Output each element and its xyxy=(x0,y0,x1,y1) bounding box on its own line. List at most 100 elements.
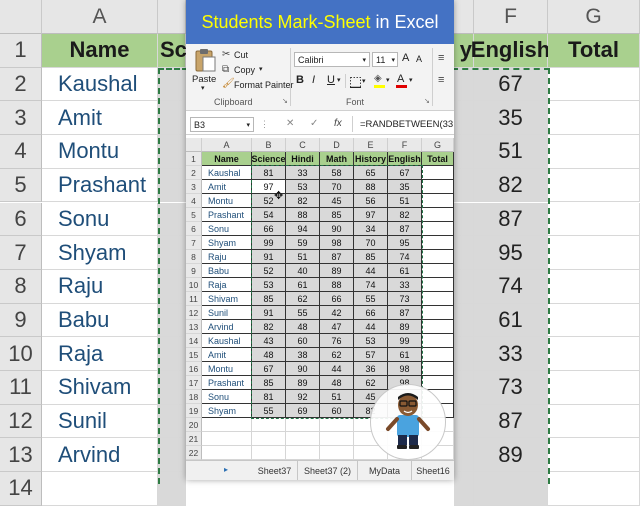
mark-cell[interactable]: 48 xyxy=(286,320,320,334)
mark-cell[interactable]: 92 xyxy=(286,390,320,404)
mark-cell[interactable]: 85 xyxy=(354,250,388,264)
name-cell[interactable]: Kaushal xyxy=(202,166,252,180)
cancel-icon[interactable]: ✕ xyxy=(286,118,294,129)
row-number[interactable]: 15 xyxy=(186,348,202,362)
row-number[interactable]: 14 xyxy=(186,334,202,348)
mark-cell[interactable]: 55 xyxy=(286,306,320,320)
mark-cell[interactable]: 47 xyxy=(320,320,354,334)
header-cell-science[interactable]: Science xyxy=(252,152,286,166)
mark-cell[interactable]: 61 xyxy=(388,348,422,362)
total-cell[interactable] xyxy=(422,376,454,390)
empty-cell[interactable] xyxy=(320,432,354,446)
mark-cell[interactable]: 82 xyxy=(388,208,422,222)
copy-button[interactable]: ⧉ Copy ▾ xyxy=(222,64,272,76)
mark-cell[interactable]: 58 xyxy=(320,166,354,180)
total-cell[interactable] xyxy=(422,180,454,194)
mark-cell[interactable]: 70 xyxy=(320,180,354,194)
mark-cell[interactable]: 56 xyxy=(354,194,388,208)
mark-cell[interactable]: 94 xyxy=(286,222,320,236)
empty-cell[interactable] xyxy=(286,432,320,446)
mark-cell[interactable]: 73 xyxy=(388,292,422,306)
row-number[interactable]: 9 xyxy=(186,264,202,278)
total-cell[interactable] xyxy=(422,264,454,278)
mark-cell[interactable]: 87 xyxy=(388,222,422,236)
mark-cell[interactable]: 57 xyxy=(354,348,388,362)
row-number[interactable]: 12 xyxy=(186,306,202,320)
grow-font-button[interactable]: A xyxy=(402,52,409,64)
mark-cell[interactable]: 43 xyxy=(252,334,286,348)
total-cell[interactable] xyxy=(422,362,454,376)
shrink-font-button[interactable]: A xyxy=(416,54,422,64)
mark-cell[interactable]: 61 xyxy=(388,264,422,278)
mark-cell[interactable]: 40 xyxy=(286,264,320,278)
mark-cell[interactable]: 62 xyxy=(320,348,354,362)
mark-cell[interactable]: 60 xyxy=(286,334,320,348)
formula-input[interactable]: =RANDBETWEEN(33,99) xyxy=(360,119,454,130)
mark-cell[interactable]: 82 xyxy=(252,320,286,334)
mark-cell[interactable]: 60 xyxy=(320,404,354,418)
mark-cell[interactable]: 51 xyxy=(388,194,422,208)
borders-button[interactable]: ▾ xyxy=(350,75,370,89)
mark-cell[interactable]: 51 xyxy=(320,390,354,404)
mark-cell[interactable]: 53 xyxy=(252,278,286,292)
sheet-tab[interactable]: Sheet16 xyxy=(412,461,454,480)
mark-cell[interactable]: 51 xyxy=(286,250,320,264)
total-cell[interactable] xyxy=(422,306,454,320)
header-cell-english[interactable]: English xyxy=(388,152,422,166)
row-number[interactable]: 17 xyxy=(186,376,202,390)
mark-cell[interactable]: 87 xyxy=(388,306,422,320)
row-number[interactable]: 3 xyxy=(186,180,202,194)
cut-button[interactable]: ✂ Cut xyxy=(222,49,272,61)
mark-cell[interactable]: 48 xyxy=(252,348,286,362)
column-header-g[interactable]: G xyxy=(422,138,454,152)
name-cell[interactable]: Babu xyxy=(202,264,252,278)
mark-cell[interactable]: 33 xyxy=(286,166,320,180)
mark-cell[interactable]: 62 xyxy=(286,292,320,306)
font-name-box[interactable]: Calibri ▾ xyxy=(294,52,370,67)
mark-cell[interactable]: 88 xyxy=(320,278,354,292)
name-cell[interactable]: Amit xyxy=(202,180,252,194)
row-number[interactable]: 13 xyxy=(186,320,202,334)
mark-cell[interactable]: 45 xyxy=(320,194,354,208)
row-number[interactable]: 10 xyxy=(186,278,202,292)
mark-cell[interactable]: 98 xyxy=(388,362,422,376)
name-cell[interactable]: Shyam xyxy=(202,404,252,418)
name-cell[interactable]: Montu xyxy=(202,194,252,208)
empty-cell[interactable] xyxy=(202,432,252,446)
mark-cell[interactable]: 55 xyxy=(354,292,388,306)
mark-cell[interactable]: 85 xyxy=(320,208,354,222)
mark-cell[interactable]: 36 xyxy=(354,362,388,376)
header-cell-history[interactable]: History xyxy=(354,152,388,166)
column-header-f[interactable]: F xyxy=(388,138,422,152)
mark-cell[interactable]: 74 xyxy=(354,278,388,292)
row-number[interactable]: 2 xyxy=(186,166,202,180)
mark-cell[interactable]: 69 xyxy=(286,404,320,418)
mark-cell[interactable]: 48 xyxy=(320,376,354,390)
sheet-tab[interactable]: MyData xyxy=(358,461,412,480)
name-cell[interactable]: Kaushal xyxy=(202,334,252,348)
row-number[interactable]: 7 xyxy=(186,236,202,250)
clipboard-launcher-icon[interactable]: ↘ xyxy=(282,97,288,105)
empty-cell[interactable] xyxy=(286,446,320,460)
mark-cell[interactable]: 44 xyxy=(320,362,354,376)
mark-cell[interactable]: 38 xyxy=(286,348,320,362)
mark-cell[interactable]: 67 xyxy=(252,362,286,376)
mark-cell[interactable]: 33 xyxy=(388,278,422,292)
underline-button[interactable]: U xyxy=(327,74,335,86)
header-cell-math[interactable]: Math xyxy=(320,152,354,166)
header-cell-total[interactable]: Total xyxy=(422,152,454,166)
empty-cell[interactable] xyxy=(252,432,286,446)
mark-cell[interactable]: 88 xyxy=(354,180,388,194)
row-number[interactable]: 18 xyxy=(186,390,202,404)
mark-cell[interactable]: 44 xyxy=(354,264,388,278)
mark-cell[interactable]: 89 xyxy=(320,264,354,278)
column-header-e[interactable]: E xyxy=(354,138,388,152)
align-lines-icon-2[interactable]: ≡ xyxy=(438,74,444,86)
empty-cell[interactable] xyxy=(252,418,286,432)
name-cell[interactable]: Montu xyxy=(202,362,252,376)
empty-cell[interactable] xyxy=(252,446,286,460)
mark-cell[interactable]: 97 xyxy=(354,208,388,222)
empty-cell[interactable] xyxy=(202,446,252,460)
mark-cell[interactable]: 70 xyxy=(354,236,388,250)
mark-cell[interactable]: 61 xyxy=(286,278,320,292)
